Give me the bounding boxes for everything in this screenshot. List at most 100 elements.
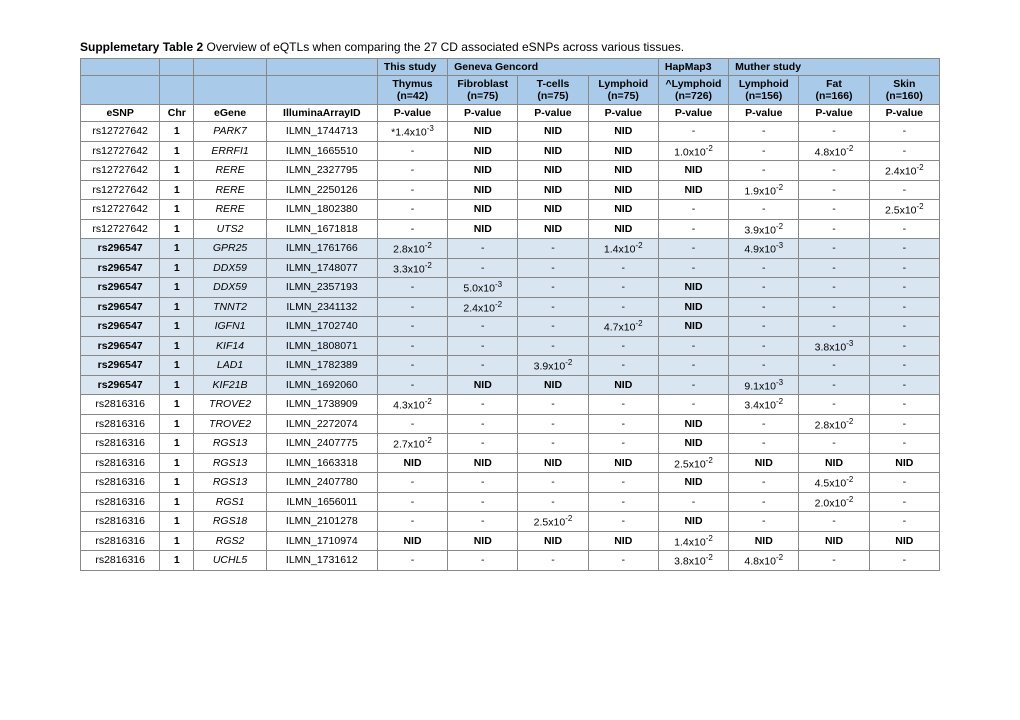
cell-chr: 1 [160, 492, 194, 512]
cell-pvalue: 2.4x10-2 [869, 161, 939, 181]
cell-esnp: rs12727642 [81, 141, 160, 161]
cell-pvalue: - [869, 492, 939, 512]
tissue-tcells: T-cells(n=75) [518, 76, 588, 105]
cell-pvalue: - [799, 356, 869, 376]
cell-esnp: rs296547 [81, 297, 160, 317]
cell-pvalue: - [448, 239, 518, 259]
cell-ill: ILMN_2407780 [266, 473, 377, 493]
cell-chr: 1 [160, 395, 194, 415]
cell-pvalue: NID [518, 141, 588, 161]
cell-ill: ILMN_1761766 [266, 239, 377, 259]
cell-pvalue: - [869, 434, 939, 454]
hdr-pv2: P-value [448, 105, 518, 122]
cell-pvalue: - [448, 317, 518, 337]
cell-pvalue: NID [588, 141, 658, 161]
cell-pvalue: NID [377, 453, 447, 473]
cell-pvalue: 2.7x10-2 [377, 434, 447, 454]
cell-pvalue: - [377, 375, 447, 395]
cell-ill: ILMN_1744713 [266, 122, 377, 142]
cell-pvalue: NID [448, 375, 518, 395]
cell-pvalue: - [518, 278, 588, 298]
cell-pvalue: - [588, 258, 658, 278]
cell-pvalue: - [588, 356, 658, 376]
cell-pvalue: NID [448, 122, 518, 142]
hdr-pv4: P-value [588, 105, 658, 122]
table-row: rs2965471KIF14ILMN_1808071------3.8x10-3… [81, 336, 940, 356]
cell-pvalue: - [799, 512, 869, 532]
cell-pvalue: - [729, 161, 799, 181]
table-row: rs127276421REREILMN_1802380-NIDNIDNID---… [81, 200, 940, 220]
tissue-lymphoid-m: Lymphoid(n=156) [729, 76, 799, 105]
cell-pvalue: - [658, 219, 728, 239]
cell-pvalue: NID [377, 531, 447, 551]
cell-pvalue: 4.3x10-2 [377, 395, 447, 415]
cell-ill: ILMN_1665510 [266, 141, 377, 161]
cell-esnp: rs2816316 [81, 473, 160, 493]
cell-pvalue: - [799, 434, 869, 454]
cell-pvalue: - [377, 180, 447, 200]
cell-esnp: rs296547 [81, 317, 160, 337]
cell-pvalue: 1.0x10-2 [658, 141, 728, 161]
cell-pvalue: NID [448, 180, 518, 200]
study-hapmap: HapMap3 [658, 59, 728, 76]
tissue-skin: Skin(n=160) [869, 76, 939, 105]
cell-chr: 1 [160, 453, 194, 473]
cell-chr: 1 [160, 512, 194, 532]
cell-pvalue: NID [729, 531, 799, 551]
cell-pvalue: NID [518, 161, 588, 181]
cell-ill: ILMN_2250126 [266, 180, 377, 200]
table-row: rs127276421PARK7ILMN_1744713*1.4x10-3NID… [81, 122, 940, 142]
cell-pvalue: NID [518, 453, 588, 473]
caption-title: Supplemetary Table 2 [80, 40, 203, 54]
cell-esnp: rs296547 [81, 336, 160, 356]
cell-pvalue: - [658, 258, 728, 278]
cell-pvalue: - [518, 297, 588, 317]
cell-pvalue: NID [799, 531, 869, 551]
cell-pvalue: - [729, 200, 799, 220]
study-muther: Muther study [729, 59, 940, 76]
cell-esnp: rs296547 [81, 356, 160, 376]
cell-pvalue: 3.9x10-2 [518, 356, 588, 376]
cell-chr: 1 [160, 317, 194, 337]
cell-pvalue: NID [448, 200, 518, 220]
cell-esnp: rs296547 [81, 375, 160, 395]
cell-pvalue: *1.4x10-3 [377, 122, 447, 142]
cell-pvalue: - [729, 473, 799, 493]
cell-pvalue: - [729, 278, 799, 298]
cell-pvalue: - [658, 336, 728, 356]
cell-pvalue: - [799, 180, 869, 200]
cell-ill: ILMN_2101278 [266, 512, 377, 532]
cell-pvalue: NID [658, 434, 728, 454]
cell-pvalue: NID [658, 414, 728, 434]
cell-pvalue: - [588, 297, 658, 317]
cell-pvalue: - [377, 473, 447, 493]
cell-pvalue: 5.0x10-3 [448, 278, 518, 298]
cell-chr: 1 [160, 297, 194, 317]
table-row: rs28163161RGS18ILMN_2101278--2.5x10-2-NI… [81, 512, 940, 532]
cell-pvalue: - [377, 336, 447, 356]
cell-pvalue: - [869, 473, 939, 493]
cell-chr: 1 [160, 122, 194, 142]
cell-ill: ILMN_2272074 [266, 414, 377, 434]
tissue-lymphoid-h: ^Lymphoid(n=726) [658, 76, 728, 105]
cell-chr: 1 [160, 414, 194, 434]
cell-pvalue: - [658, 375, 728, 395]
tissue-lymphoid-g: Lymphoid(n=75) [588, 76, 658, 105]
cell-pvalue: NID [448, 219, 518, 239]
table-row: rs2965471DDX59ILMN_17480773.3x10-2------… [81, 258, 940, 278]
cell-esnp: rs2816316 [81, 512, 160, 532]
cell-pvalue: - [448, 336, 518, 356]
study-this: This study [377, 59, 447, 76]
cell-pvalue: - [658, 239, 728, 259]
cell-chr: 1 [160, 161, 194, 181]
hdr-chr: Chr [160, 105, 194, 122]
cell-chr: 1 [160, 473, 194, 493]
cell-pvalue: - [448, 512, 518, 532]
cell-pvalue: - [799, 239, 869, 259]
cell-egene: PARK7 [194, 122, 267, 142]
cell-pvalue: NID [448, 531, 518, 551]
cell-pvalue: 2.8x10-2 [799, 414, 869, 434]
cell-ill: ILMN_1802380 [266, 200, 377, 220]
cell-ill: ILMN_2341132 [266, 297, 377, 317]
cell-pvalue: - [377, 141, 447, 161]
